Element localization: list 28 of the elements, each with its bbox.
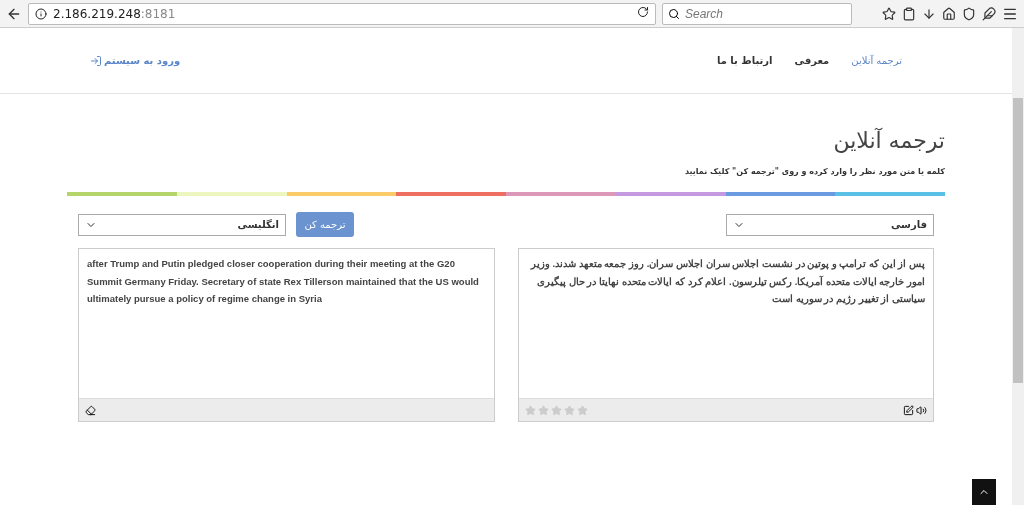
shield-icon[interactable] xyxy=(962,6,976,21)
feather-icon[interactable] xyxy=(982,6,996,21)
address-bar[interactable]: 2.186.219.248:8181 xyxy=(28,2,656,25)
login-icon xyxy=(90,54,102,67)
star-icon[interactable] xyxy=(882,6,896,21)
page-title: ترجمه آنلاین xyxy=(832,128,945,153)
instruction-text: کلمه یا متن مورد نظر را وارد کرده و روی "ترجمه کن" کلیک نمایید xyxy=(683,167,945,176)
speaker-icon[interactable] xyxy=(916,404,927,416)
nav-link[interactable]: معرفی xyxy=(794,55,830,66)
url-text: 2.186.219.248:8181 xyxy=(53,6,176,21)
scrollbar-thumb[interactable] xyxy=(1013,98,1023,383)
eraser-icon[interactable] xyxy=(85,404,96,416)
nav-link[interactable]: ترجمه آنلاین xyxy=(851,55,902,66)
login-link[interactable]: ورود به سیستم xyxy=(90,54,181,67)
nav-link[interactable]: ارتباط با ما xyxy=(716,55,773,66)
edit-icon[interactable] xyxy=(903,404,914,416)
download-icon[interactable] xyxy=(922,6,936,21)
search-field[interactable]: Search xyxy=(662,2,852,25)
translation-text-box[interactable] xyxy=(78,248,495,422)
home-icon[interactable] xyxy=(942,6,956,21)
language-select[interactable]: فارسی xyxy=(726,213,934,236)
info-icon[interactable] xyxy=(35,7,47,20)
source-text: پس از این که ترامپ و پوتین در نشست اجلاس سران اجلاس سران. روز جمعه متعهد شدند. وزیر امور خارجه ایالات متحده آمریکا. رکس تیلرسون. اعلام کرد که ایالات متحده نهایتا در حال پیگیری سیاستی از تغییر رژیم در سوریه است xyxy=(529,257,926,307)
language-select[interactable]: انگلیسی xyxy=(78,213,286,236)
source-text-box[interactable] xyxy=(517,248,934,422)
translation-text: after Trump and Putin pledged closer cooperation during their meeting at the G20 Summit Germany Friday. Secretary of state Rex Tillerson maintained that the US would ultimately pursue a policy of regime change in Syria xyxy=(86,257,480,306)
clipboard-icon[interactable] xyxy=(902,6,916,21)
search-icon xyxy=(668,7,680,20)
